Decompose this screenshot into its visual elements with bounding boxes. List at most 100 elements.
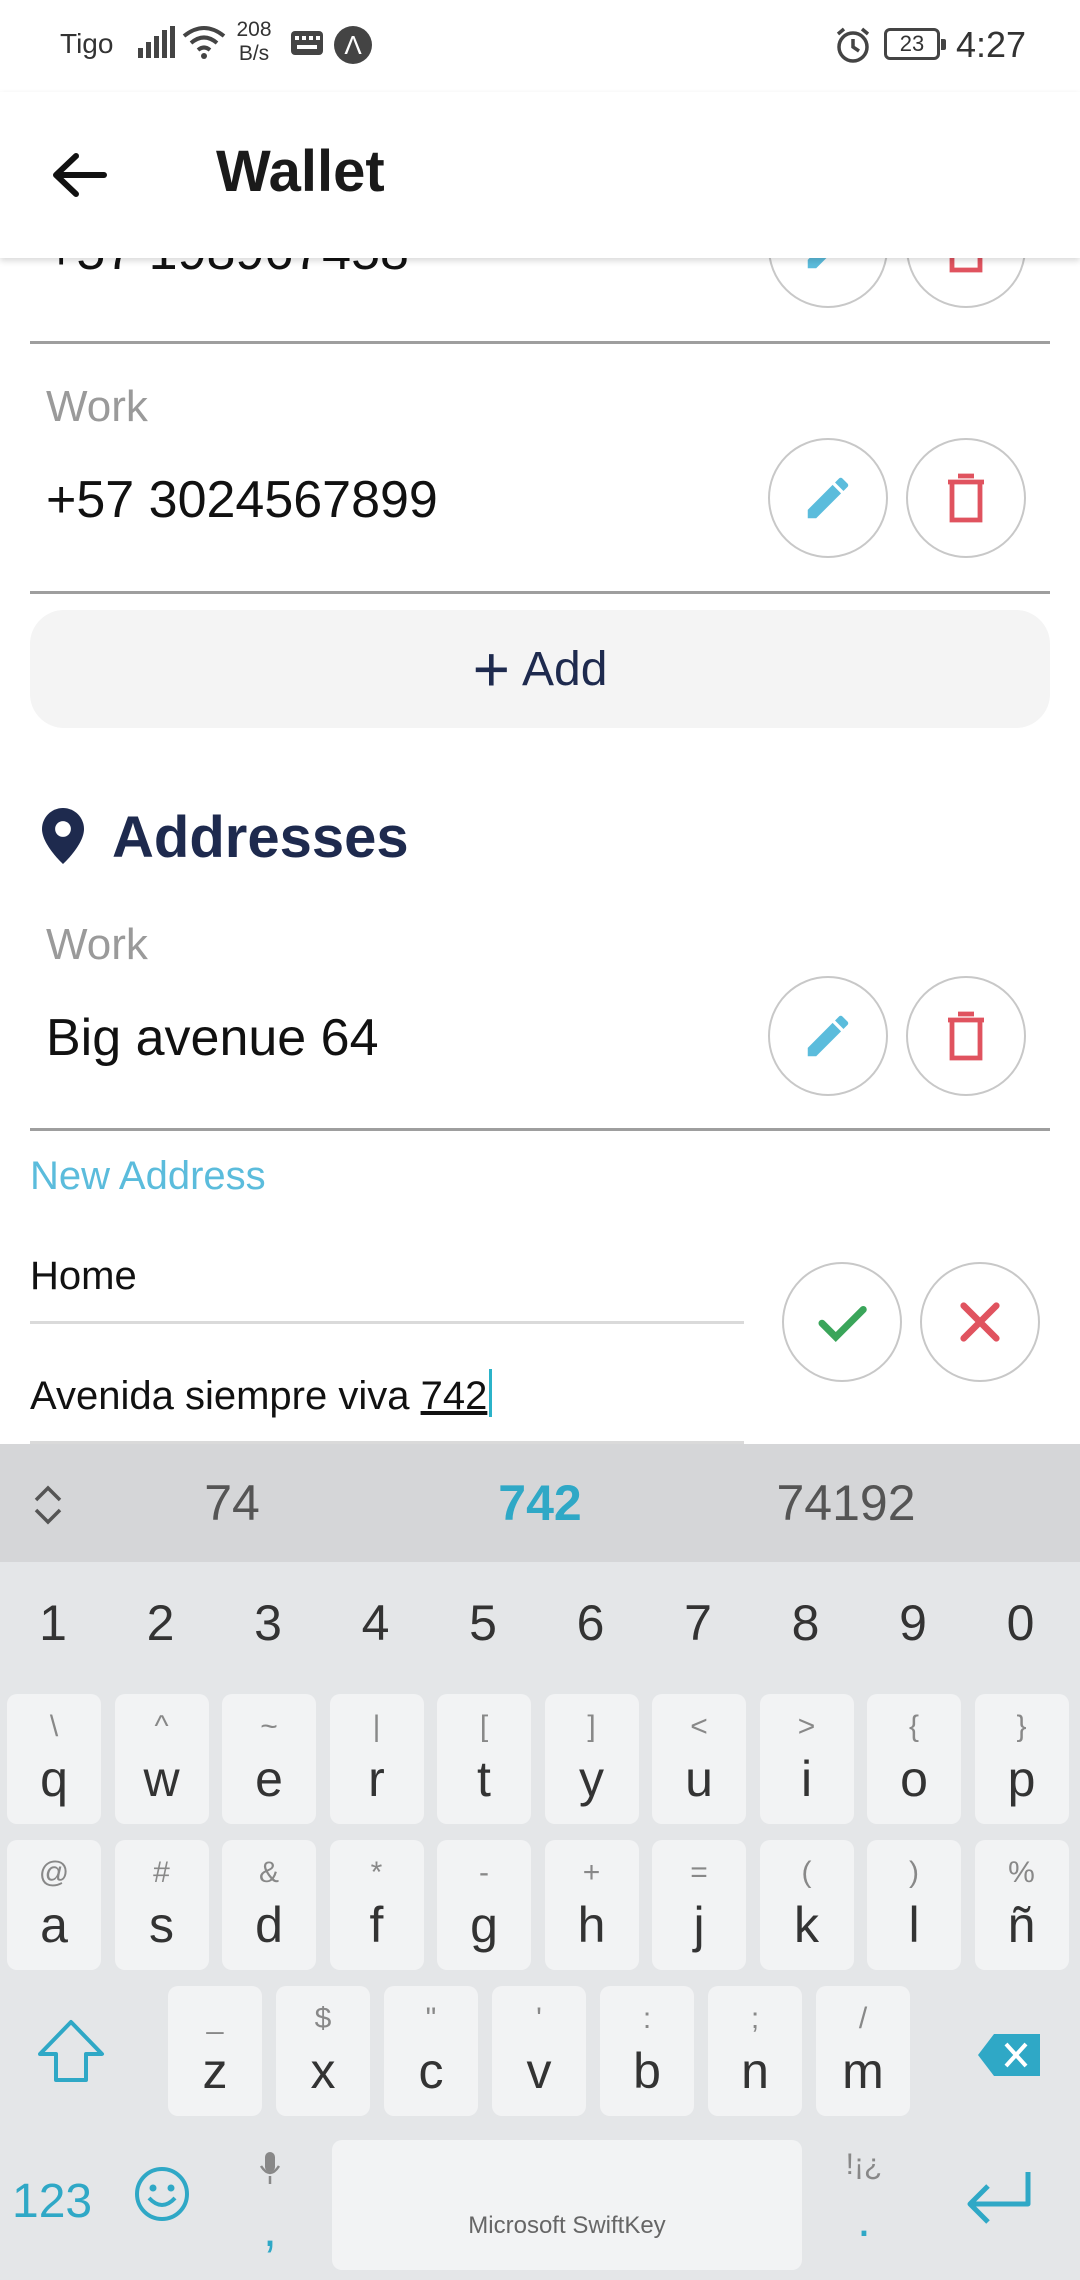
key-alt-char: \: [49, 1710, 59, 1743]
comma-key[interactable]: ,: [222, 2140, 318, 2270]
key-m[interactable]: / m: [816, 1986, 910, 2116]
key-ñ[interactable]: % ñ: [974, 1840, 1069, 1970]
key-h[interactable]: + h: [544, 1840, 639, 1970]
confirm-address-button[interactable]: [782, 1262, 902, 1382]
add-phone-button[interactable]: + Add: [30, 610, 1050, 728]
cancel-address-button[interactable]: [920, 1262, 1040, 1382]
key-alt-char: [: [479, 1710, 489, 1743]
key-w[interactable]: ^ w: [114, 1694, 209, 1824]
space-key[interactable]: Microsoft SwiftKey: [332, 2140, 802, 2270]
numbers-toggle-key[interactable]: 123: [12, 2174, 92, 2229]
key-p[interactable]: } p: [974, 1694, 1069, 1824]
suggestion[interactable]: 74192: [696, 1474, 996, 1532]
key-char: d: [255, 1897, 283, 1953]
key-char: b: [633, 2043, 661, 2099]
key-x[interactable]: $ x: [276, 1986, 370, 2116]
key-v[interactable]: ' v: [492, 1986, 586, 2116]
period-key[interactable]: !¡¿ .: [816, 2140, 912, 2270]
shift-key[interactable]: [6, 1986, 134, 2116]
key-f[interactable]: * f: [329, 1840, 424, 1970]
edit-address-button[interactable]: [768, 976, 888, 1096]
key-k[interactable]: (k: [759, 1840, 854, 1970]
key-char: m: [842, 2043, 884, 2099]
period-alt-chars: !¡¿: [845, 2148, 883, 2181]
trash-icon: [948, 1011, 984, 1061]
key-q[interactable]: \ q: [7, 1694, 101, 1824]
key-alt-char: #: [153, 1856, 170, 1889]
key-a[interactable]: @ a: [7, 1840, 101, 1970]
number-key[interactable]: 9: [863, 1594, 963, 1652]
network-speed: 208 B/s: [232, 18, 276, 66]
delete-address-button[interactable]: [906, 976, 1026, 1096]
number-key[interactable]: 6: [541, 1594, 641, 1652]
edit-phone-button[interactable]: [768, 258, 888, 308]
key-y[interactable]: ] y: [544, 1694, 639, 1824]
key-char: s: [149, 1897, 174, 1953]
key-g[interactable]: -g: [437, 1840, 531, 1970]
divider: [30, 591, 1050, 594]
number-key[interactable]: 4: [326, 1594, 426, 1652]
expand-toolbar-icon[interactable]: [30, 1482, 66, 1528]
delete-phone-button[interactable]: [906, 258, 1026, 308]
checkmark-icon: [818, 1306, 867, 1342]
key-i[interactable]: > i: [759, 1694, 854, 1824]
key-char: g: [470, 1897, 498, 1953]
key-alt-char: &: [258, 1856, 279, 1889]
key-r[interactable]: | r: [329, 1694, 424, 1824]
key-l[interactable]: ) l: [867, 1840, 961, 1970]
battery-icon: 23: [884, 28, 946, 60]
number-key[interactable]: 1: [3, 1594, 103, 1652]
key-alt-char: -: [479, 1856, 489, 1889]
key-o[interactable]: {o: [867, 1694, 961, 1824]
suggestion[interactable]: 74: [82, 1474, 382, 1532]
key-alt-char: :: [642, 2002, 652, 2035]
key-alt-char: {: [908, 1710, 920, 1743]
signal-icon: [138, 26, 175, 58]
key-d[interactable]: & d: [222, 1840, 316, 1970]
composing-word: 742: [420, 1374, 488, 1418]
backspace-key[interactable]: [944, 1986, 1074, 2116]
period-label: .: [857, 2191, 871, 2247]
key-alt-char: ]: [587, 1710, 596, 1743]
number-key[interactable]: 5: [433, 1594, 533, 1652]
key-n[interactable]: ; n: [708, 1986, 802, 2116]
add-button-label: Add: [521, 642, 608, 696]
key-char: u: [685, 1751, 713, 1807]
key-b[interactable]: :b: [600, 1986, 694, 2116]
edit-phone-button[interactable]: [768, 438, 888, 558]
key-char: r: [368, 1751, 385, 1807]
key-e[interactable]: ~ e: [222, 1694, 316, 1824]
key-z[interactable]: _ z: [168, 1986, 262, 2116]
address-name-value: Home: [30, 1254, 137, 1298]
suggestion-primary[interactable]: 742: [390, 1474, 690, 1532]
enter-icon[interactable]: [962, 2168, 1036, 2228]
emoji-icon[interactable]: [134, 2166, 190, 2222]
key-u[interactable]: < u: [652, 1694, 746, 1824]
wallet-content[interactable]: +57 198967458 Work +57 3024567899 + Add …: [0, 258, 1080, 1444]
key-s[interactable]: # s: [114, 1840, 209, 1970]
key-alt-char: =: [690, 1856, 708, 1889]
key-char: p: [1007, 1751, 1036, 1807]
address-line-input[interactable]: Avenida siempre viva 742: [30, 1328, 744, 1444]
close-icon: [960, 1302, 1000, 1342]
key-j[interactable]: = j: [652, 1840, 746, 1970]
number-key[interactable]: 2: [111, 1594, 211, 1652]
key-alt-char: ~: [260, 1710, 278, 1743]
delete-phone-button[interactable]: [906, 438, 1026, 558]
number-key[interactable]: 3: [218, 1594, 318, 1652]
number-key[interactable]: 8: [756, 1594, 856, 1652]
keyboard-icon: [291, 31, 323, 55]
key-c[interactable]: " c: [384, 1986, 478, 2116]
key-alt-char: %: [1008, 1856, 1035, 1889]
key-t[interactable]: [t: [437, 1694, 531, 1824]
number-key[interactable]: 7: [648, 1594, 748, 1652]
text-cursor: [489, 1369, 493, 1417]
address-line-prefix: Avenida siempre viva: [30, 1374, 421, 1418]
trash-icon: [949, 258, 983, 273]
key-alt-char: ': [536, 2002, 542, 2035]
wifi-icon: [182, 26, 226, 59]
keyboard-brand-label: Microsoft SwiftKey: [468, 2212, 666, 2239]
address-name-input[interactable]: Home: [30, 1208, 744, 1324]
number-key[interactable]: 0: [971, 1594, 1071, 1652]
arrow-left-icon[interactable]: [44, 140, 114, 210]
